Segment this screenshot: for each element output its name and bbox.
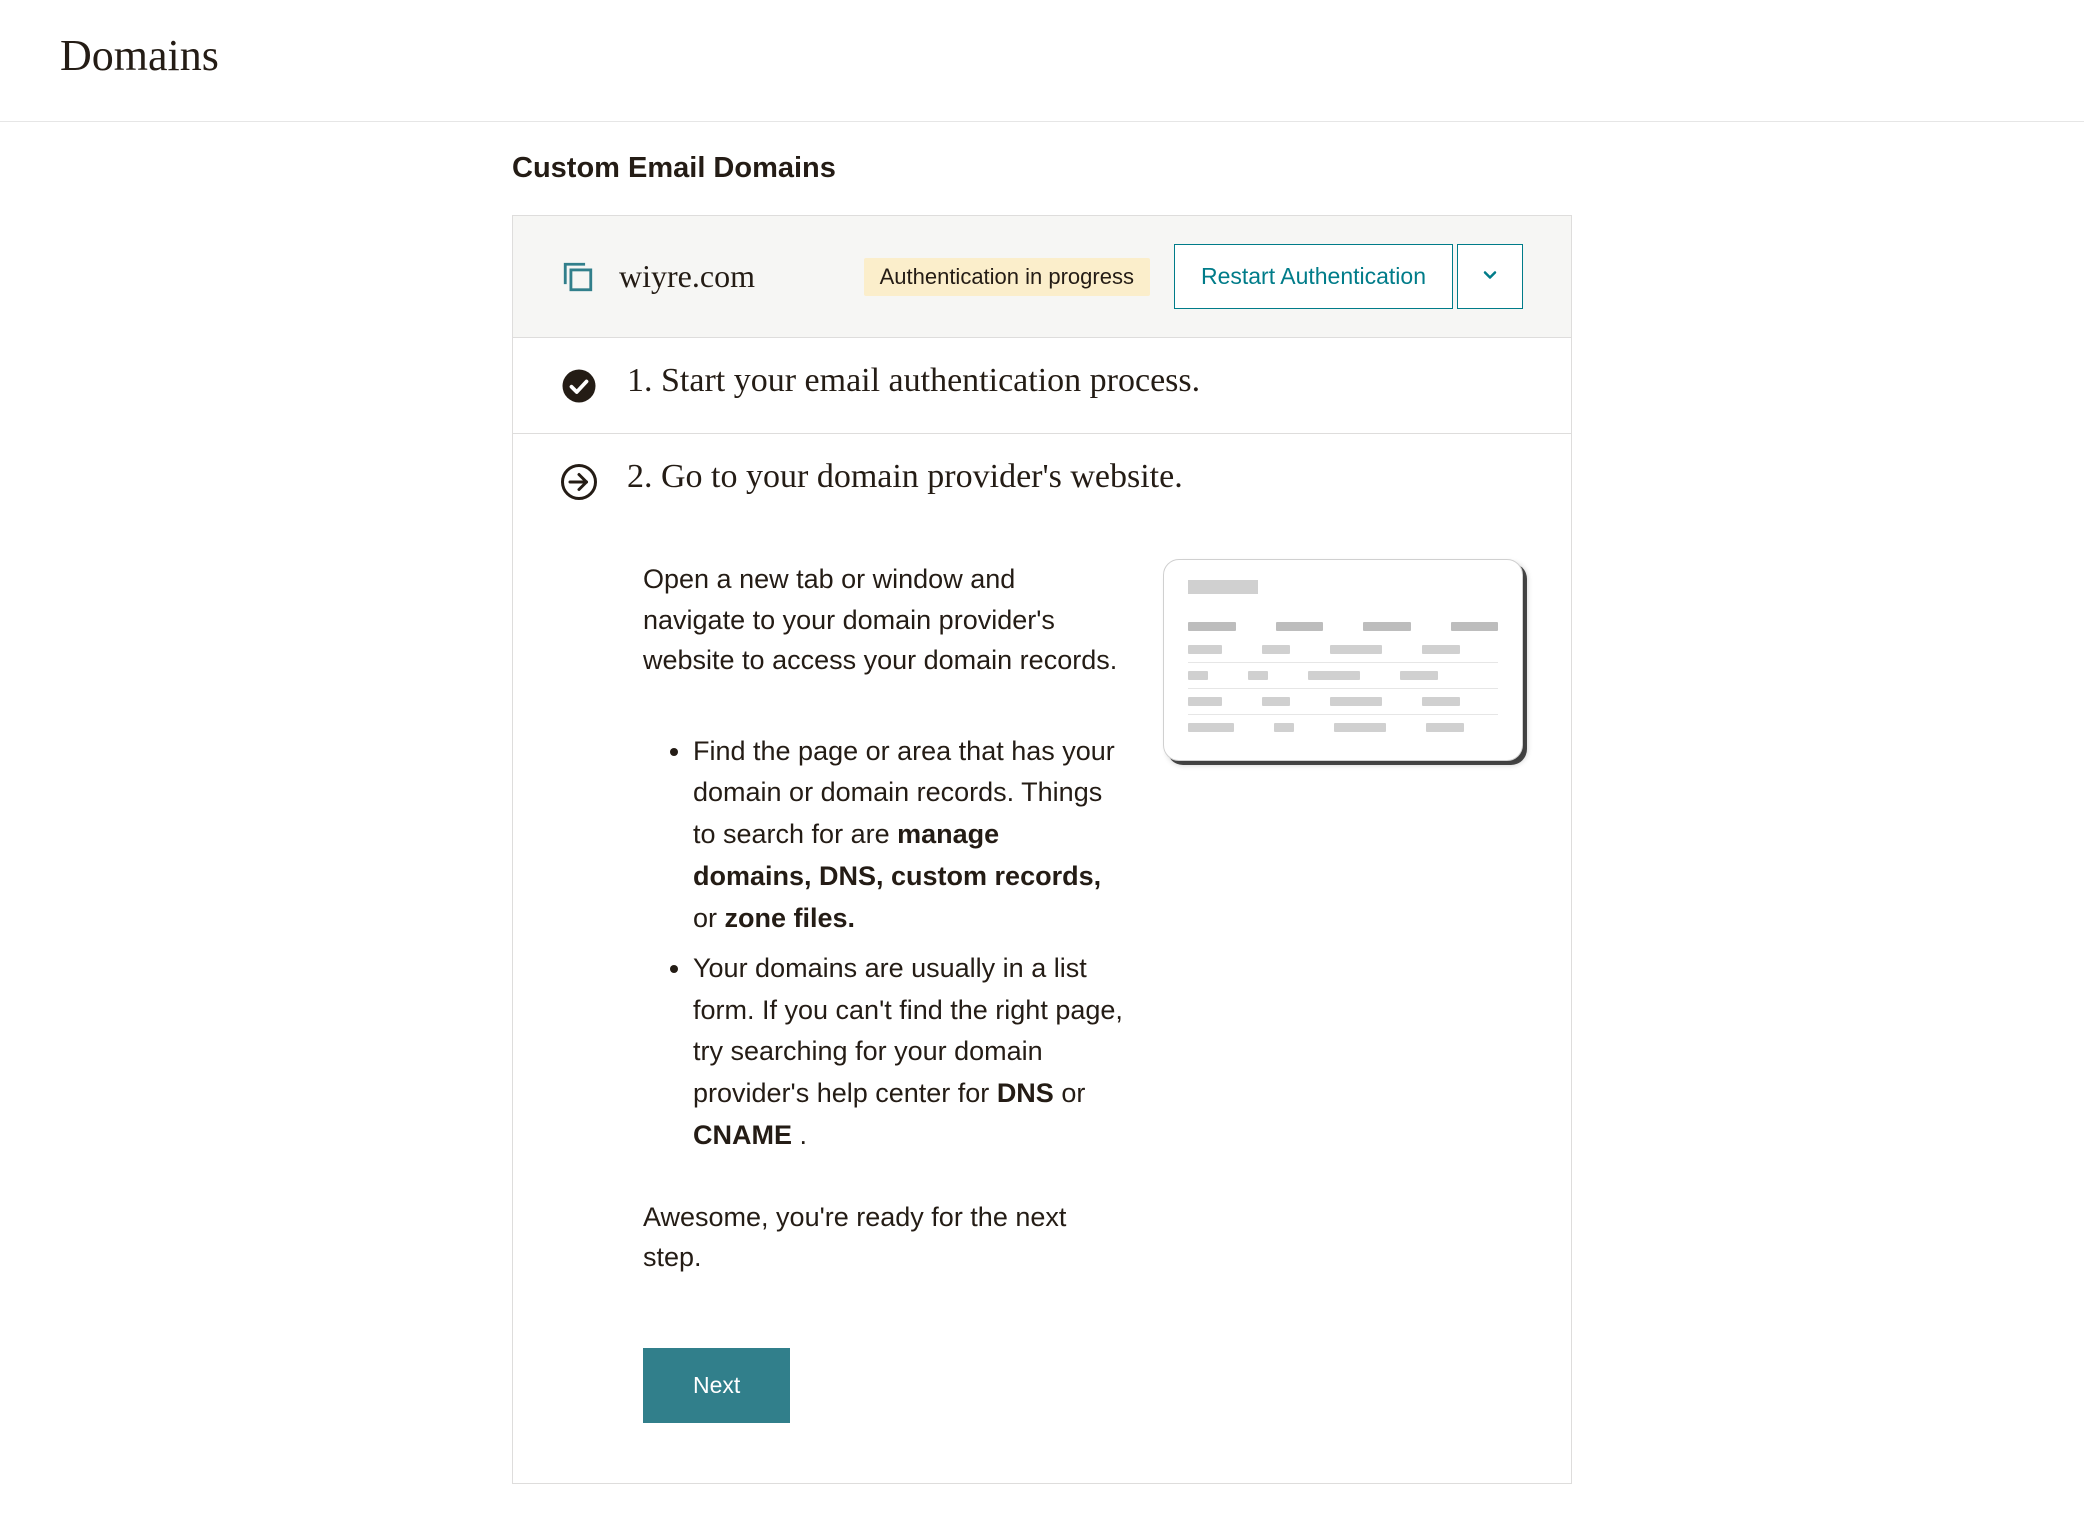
section-title: Custom Email Domains bbox=[512, 152, 1572, 185]
step-2-row: 2. Go to your domain provider's website. bbox=[513, 434, 1571, 529]
list-bold: zone files. bbox=[725, 903, 856, 933]
list-text: . bbox=[792, 1120, 807, 1150]
fake-header-row bbox=[1188, 614, 1498, 637]
fake-row bbox=[1188, 637, 1498, 663]
dns-table-illustration bbox=[1163, 559, 1523, 1423]
fake-row bbox=[1188, 715, 1498, 740]
list-text: or bbox=[693, 903, 725, 933]
domain-name: wiyre.com bbox=[619, 258, 840, 295]
restart-dropdown-button[interactable] bbox=[1457, 244, 1523, 309]
arrow-circle-icon bbox=[561, 464, 597, 505]
domain-icon bbox=[561, 260, 595, 294]
content-area: Custom Email Domains wiyre.com Authentic… bbox=[252, 122, 1832, 1524]
fake-row bbox=[1188, 663, 1498, 689]
list-bold: DNS bbox=[997, 1078, 1054, 1108]
domain-panel-header: wiyre.com Authentication in progress Res… bbox=[513, 216, 1571, 338]
restart-button-group: Restart Authentication bbox=[1174, 244, 1523, 309]
restart-authentication-button[interactable]: Restart Authentication bbox=[1174, 244, 1453, 309]
fake-table bbox=[1163, 559, 1523, 761]
step-2-outro: Awesome, you're ready for the next step. bbox=[643, 1197, 1123, 1278]
step-2-intro: Open a new tab or window and navigate to… bbox=[643, 559, 1123, 681]
list-item: Find the page or area that has your doma… bbox=[693, 731, 1123, 940]
step-1-row[interactable]: 1. Start your email authentication proce… bbox=[513, 338, 1571, 434]
step-2-body: Open a new tab or window and navigate to… bbox=[513, 529, 1571, 1483]
list-item: Your domains are usually in a list form.… bbox=[693, 948, 1123, 1157]
page-header: Domains bbox=[0, 0, 2084, 122]
status-badge: Authentication in progress bbox=[864, 258, 1150, 296]
domain-panel: wiyre.com Authentication in progress Res… bbox=[512, 215, 1572, 1484]
next-button[interactable]: Next bbox=[643, 1348, 790, 1423]
step-2-title: 2. Go to your domain provider's website. bbox=[627, 458, 1183, 496]
chevron-down-icon bbox=[1480, 265, 1500, 288]
step-1-title: 1. Start your email authentication proce… bbox=[627, 362, 1200, 400]
fake-title-bar bbox=[1188, 580, 1258, 594]
step-2-list: Find the page or area that has your doma… bbox=[643, 731, 1123, 1157]
step-2-text: Open a new tab or window and navigate to… bbox=[643, 559, 1123, 1423]
page-title: Domains bbox=[60, 30, 2024, 81]
fake-row bbox=[1188, 689, 1498, 715]
check-circle-icon bbox=[561, 368, 597, 409]
list-text: or bbox=[1054, 1078, 1086, 1108]
list-bold: CNAME bbox=[693, 1120, 792, 1150]
